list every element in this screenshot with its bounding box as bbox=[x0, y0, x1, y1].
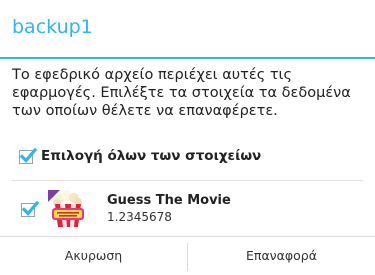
checkmark-icon bbox=[21, 200, 39, 216]
title-divider bbox=[0, 57, 375, 59]
dialog-title-bar: backup1 bbox=[0, 0, 375, 56]
app-version: 1.2345678 bbox=[107, 210, 172, 224]
restore-button[interactable]: Επαναφορά bbox=[188, 237, 375, 275]
message-line: Το εφεδρικό αρχείο περιέχει αυτές τις bbox=[12, 67, 292, 83]
message-line: των οποίων θέλετε να επαναφέρετε. bbox=[12, 103, 278, 119]
dialog-title: backup1 bbox=[12, 16, 93, 38]
select-all-checkbox[interactable] bbox=[19, 147, 37, 164]
select-all-row[interactable]: Επιλογή όλων των στοιχείων bbox=[12, 146, 362, 168]
restore-backup-dialog: backup1 Το εφεδρικό αρχείο περιέχει αυτέ… bbox=[0, 0, 375, 275]
select-all-label: Επιλογή όλων των στοιχείων bbox=[41, 148, 262, 164]
popcorn-movie-icon bbox=[48, 190, 84, 227]
dialog-message: Το εφεδρικό αρχείο περιέχει αυτές τις εφ… bbox=[12, 66, 368, 120]
list-item[interactable]: Guess The Movie 1.2345678 bbox=[12, 186, 363, 230]
cancel-button[interactable]: Ακυρωση bbox=[0, 237, 187, 275]
message-line: εφαρμογές. Επιλέξτε τα στοιχεία τα δεδομ… bbox=[12, 85, 351, 101]
checkmark-icon bbox=[19, 147, 37, 163]
dialog-button-bar: Ακυρωση Επαναφορά bbox=[0, 236, 375, 275]
app-checkbox[interactable] bbox=[21, 200, 39, 217]
app-name: Guess The Movie bbox=[107, 193, 231, 208]
list-divider bbox=[12, 180, 363, 181]
